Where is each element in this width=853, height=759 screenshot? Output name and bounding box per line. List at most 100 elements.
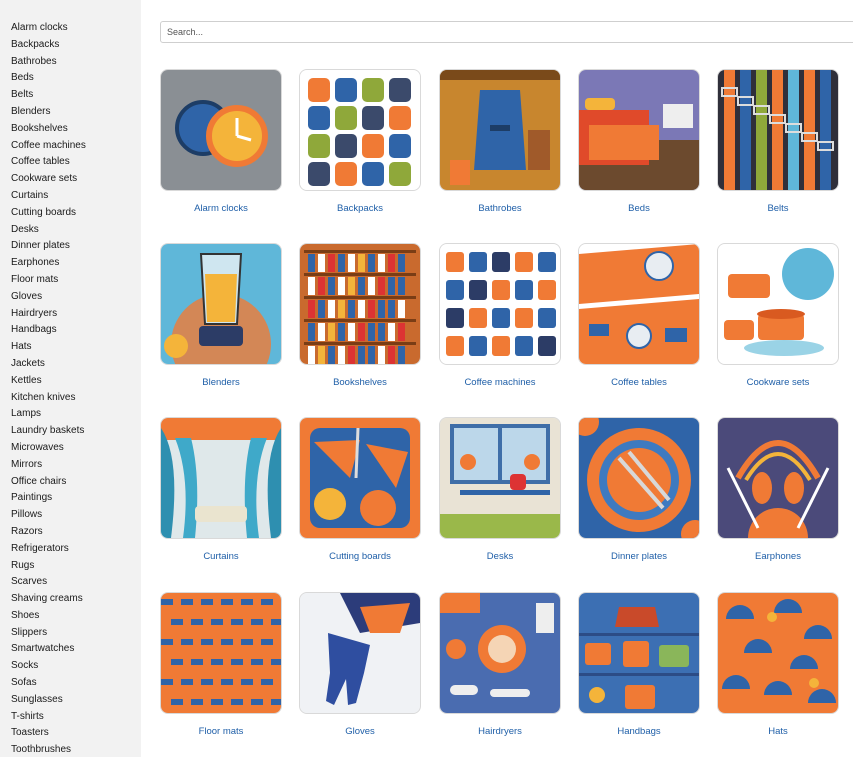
product-card-label[interactable]: Floor mats	[160, 726, 282, 737]
product-card[interactable]: Blenders	[160, 243, 282, 388]
earphones-image[interactable]	[717, 417, 839, 539]
product-card[interactable]: Handbags	[578, 592, 700, 737]
alarm-clocks-image[interactable]	[160, 69, 282, 191]
sidebar-item[interactable]: Sunglasses	[11, 692, 86, 709]
sidebar-item[interactable]: Bookshelves	[11, 121, 86, 138]
product-card[interactable]: Alarm clocks	[160, 69, 282, 214]
product-card-label[interactable]: Hats	[717, 726, 839, 737]
product-card[interactable]: Floor mats	[160, 592, 282, 737]
belts-image[interactable]	[717, 69, 839, 191]
bathrobes-image[interactable]	[439, 69, 561, 191]
sidebar-item[interactable]: Curtains	[11, 188, 86, 205]
product-card-label[interactable]: Cookware sets	[717, 377, 839, 388]
product-card-label[interactable]: Cutting boards	[299, 551, 421, 562]
sidebar-item[interactable]: Belts	[11, 87, 86, 104]
product-card[interactable]: Coffee tables	[578, 243, 700, 388]
sidebar-item[interactable]: Dinner plates	[11, 238, 86, 255]
sidebar-item[interactable]: Coffee tables	[11, 154, 86, 171]
handbags-image[interactable]	[578, 592, 700, 714]
sidebar-item[interactable]: Refrigerators	[11, 541, 86, 558]
product-card[interactable]: Desks	[439, 417, 561, 562]
sidebar-item[interactable]: Earphones	[11, 255, 86, 272]
hats-image[interactable]	[717, 592, 839, 714]
product-card-label[interactable]: Curtains	[160, 551, 282, 562]
curtains-image[interactable]	[160, 417, 282, 539]
sidebar-item[interactable]: Beds	[11, 70, 86, 87]
product-card-label[interactable]: Hairdryers	[439, 726, 561, 737]
product-card-label[interactable]: Belts	[717, 203, 839, 214]
sidebar-item[interactable]: Hairdryers	[11, 306, 86, 323]
product-card[interactable]: Dinner plates	[578, 417, 700, 562]
sidebar-item[interactable]: Backpacks	[11, 37, 86, 54]
dinner-plates-image[interactable]	[578, 417, 700, 539]
coffee-machines-image[interactable]	[439, 243, 561, 365]
product-card[interactable]: Coffee machines	[439, 243, 561, 388]
sidebar-item[interactable]: Handbags	[11, 322, 86, 339]
search-input[interactable]	[160, 21, 853, 43]
beds-image[interactable]	[578, 69, 700, 191]
sidebar-item[interactable]: Kitchen knives	[11, 390, 86, 407]
product-card[interactable]: Beds	[578, 69, 700, 214]
sidebar-item[interactable]: Socks	[11, 658, 86, 675]
product-card[interactable]: Hats	[717, 592, 839, 737]
sidebar-item[interactable]: Smartwatches	[11, 641, 86, 658]
product-card-label[interactable]: Handbags	[578, 726, 700, 737]
sidebar-item[interactable]: Gloves	[11, 289, 86, 306]
product-card-label[interactable]: Earphones	[717, 551, 839, 562]
product-card[interactable]: Bookshelves	[299, 243, 421, 388]
sidebar-item[interactable]: Lamps	[11, 406, 86, 423]
sidebar-item[interactable]: Toothbrushes	[11, 742, 86, 759]
sidebar-item[interactable]: Slippers	[11, 625, 86, 642]
product-card-label[interactable]: Bathrobes	[439, 203, 561, 214]
product-card-label[interactable]: Desks	[439, 551, 561, 562]
product-card-label[interactable]: Gloves	[299, 726, 421, 737]
product-card-label[interactable]: Beds	[578, 203, 700, 214]
gloves-image[interactable]	[299, 592, 421, 714]
desks-image[interactable]	[439, 417, 561, 539]
product-card-label[interactable]: Alarm clocks	[160, 203, 282, 214]
product-card-label[interactable]: Dinner plates	[578, 551, 700, 562]
product-card-label[interactable]: Bookshelves	[299, 377, 421, 388]
sidebar-item[interactable]: Desks	[11, 222, 86, 239]
sidebar-item[interactable]: Cookware sets	[11, 171, 86, 188]
product-card[interactable]: Cutting boards	[299, 417, 421, 562]
sidebar-item[interactable]: Office chairs	[11, 474, 86, 491]
bookshelves-image[interactable]	[299, 243, 421, 365]
cutting-boards-image[interactable]	[299, 417, 421, 539]
product-card[interactable]: Earphones	[717, 417, 839, 562]
product-card-label[interactable]: Backpacks	[299, 203, 421, 214]
sidebar-item[interactable]: Paintings	[11, 490, 86, 507]
product-card-label[interactable]: Coffee tables	[578, 377, 700, 388]
backpacks-image[interactable]	[299, 69, 421, 191]
sidebar-item[interactable]: Hats	[11, 339, 86, 356]
sidebar-item[interactable]: Alarm clocks	[11, 20, 86, 37]
sidebar-item[interactable]: Coffee machines	[11, 138, 86, 155]
product-card[interactable]: Curtains	[160, 417, 282, 562]
product-card[interactable]: Cookware sets	[717, 243, 839, 388]
sidebar-item[interactable]: Shaving creams	[11, 591, 86, 608]
product-card[interactable]: Hairdryers	[439, 592, 561, 737]
sidebar-item[interactable]: Bathrobes	[11, 54, 86, 71]
sidebar-item[interactable]: Toasters	[11, 725, 86, 742]
product-card-label[interactable]: Blenders	[160, 377, 282, 388]
sidebar-item[interactable]: Microwaves	[11, 440, 86, 457]
sidebar-item[interactable]: Floor mats	[11, 272, 86, 289]
product-card[interactable]: Belts	[717, 69, 839, 214]
coffee-tables-image[interactable]	[578, 243, 700, 365]
cookware-sets-image[interactable]	[717, 243, 839, 365]
sidebar-item[interactable]: Laundry baskets	[11, 423, 86, 440]
sidebar-item[interactable]: Rugs	[11, 558, 86, 575]
sidebar-item[interactable]: Scarves	[11, 574, 86, 591]
sidebar-item[interactable]: Kettles	[11, 373, 86, 390]
sidebar-item[interactable]: T-shirts	[11, 709, 86, 726]
sidebar-item[interactable]: Blenders	[11, 104, 86, 121]
sidebar-item[interactable]: Shoes	[11, 608, 86, 625]
sidebar-item[interactable]: Mirrors	[11, 457, 86, 474]
sidebar-item[interactable]: Cutting boards	[11, 205, 86, 222]
sidebar-item[interactable]: Pillows	[11, 507, 86, 524]
sidebar-item[interactable]: Razors	[11, 524, 86, 541]
sidebar-item[interactable]: Sofas	[11, 675, 86, 692]
product-card[interactable]: Backpacks	[299, 69, 421, 214]
blenders-image[interactable]	[160, 243, 282, 365]
floor-mats-image[interactable]	[160, 592, 282, 714]
